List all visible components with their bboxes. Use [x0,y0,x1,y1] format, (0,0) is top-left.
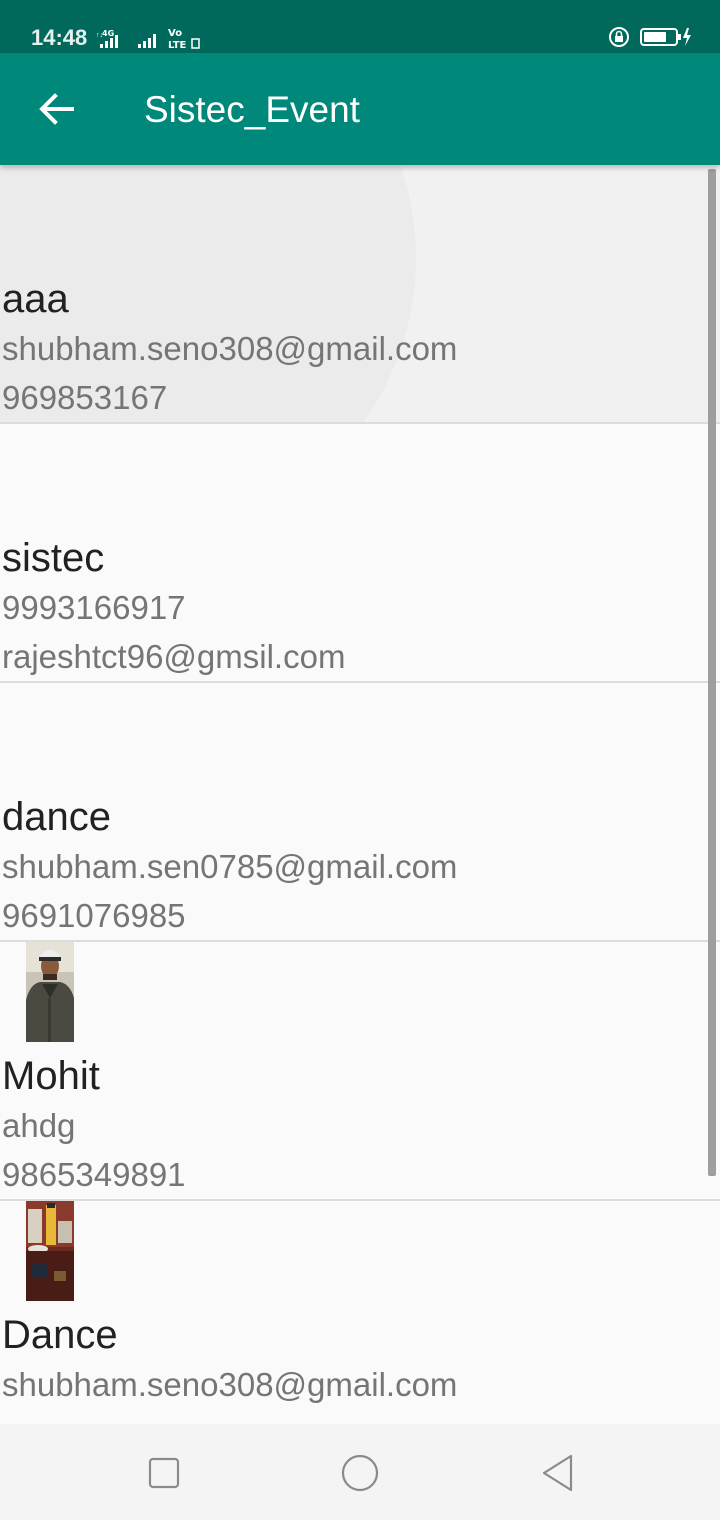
person-photo [26,942,74,1042]
triangle-back-icon [542,1454,573,1492]
navigation-bar [0,1424,720,1520]
recent-apps-button[interactable] [141,1450,187,1496]
system-back-button[interactable] [534,1450,580,1496]
event-detail-2: 969853167 [2,379,168,416]
status-time: 14:48 [31,25,88,50]
list-item[interactable]: aaa shubham.seno308@gmail.com 969853167 [0,165,720,424]
event-title: Dance [2,1313,118,1357]
event-detail-2: 9691076985 [2,897,186,934]
event-detail-1: ahdg [2,1107,76,1144]
event-title: dance [2,795,111,839]
event-thumbnail [26,942,74,1042]
list-item[interactable]: sistec 9993166917 rajeshtct96@gmsil.com [0,424,720,683]
arrow-back-icon [39,93,74,125]
device-status [608,24,692,50]
svg-text:Vo: Vo [168,28,182,39]
battery-charging-icon [640,28,691,46]
event-detail-1: shubham.sen0785@gmail.com [2,848,458,885]
event-detail-1: shubham.seno308@gmail.com [2,330,458,367]
list-item[interactable]: Dance shubham.seno308@gmail.com [0,1201,720,1424]
svg-text:LTE: LTE [168,40,187,50]
event-list[interactable]: aaa shubham.seno308@gmail.com 969853167 … [0,165,720,1424]
signal-4g-icon: 4G ↑↓ [96,29,118,48]
status-bar: 14:48 4G ↑↓ Vo LTE [0,0,720,53]
rotation-lock-icon [609,27,629,47]
network-status: 4G ↑↓ Vo LTE [96,24,202,50]
list-item[interactable]: Mohit ahdg 9865349891 [0,942,720,1201]
room-photo [26,1201,74,1301]
home-button[interactable] [337,1450,383,1496]
event-thumbnail [26,1201,74,1301]
app-toolbar: Sistec_Event [0,53,720,165]
page-title: Sistec_Event [144,89,360,130]
event-title: Mohit [2,1054,100,1098]
signal-icon [138,34,156,48]
back-button[interactable] [24,77,88,141]
event-title: aaa [2,277,69,321]
svg-text:↑↓: ↑↓ [96,32,103,39]
event-detail-1: 9993166917 [2,589,186,626]
event-detail-1: shubham.seno308@gmail.com [2,1366,458,1403]
list-item[interactable]: dance shubham.sen0785@gmail.com 96910769… [0,683,720,942]
network-label: 4G [102,29,114,38]
event-detail-2: rajeshtct96@gmsil.com [2,638,346,675]
scrollbar[interactable] [708,169,716,1176]
square-icon [148,1457,180,1489]
event-title: sistec [2,536,105,580]
volte-icon: Vo LTE [168,28,200,50]
circle-icon [341,1454,379,1492]
event-detail-2: 9865349891 [2,1156,186,1193]
